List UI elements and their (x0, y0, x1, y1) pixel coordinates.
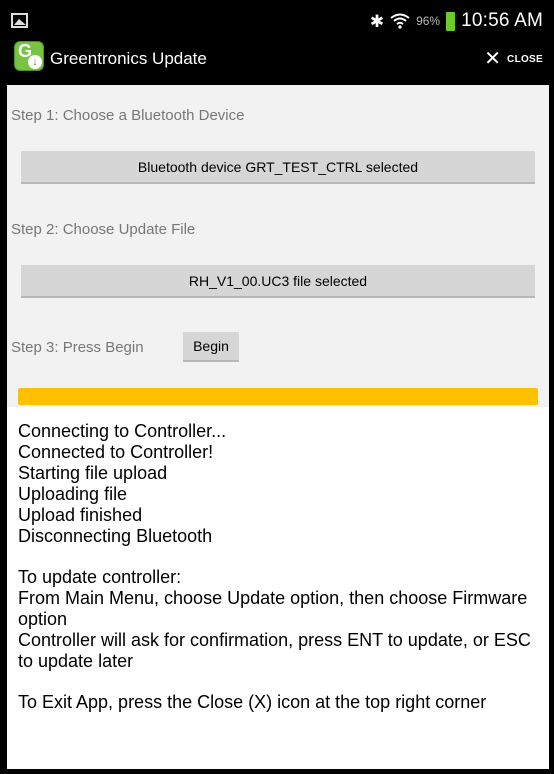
app-logo-icon: G ↓ (14, 41, 44, 71)
step3-label: Step 3: Press Begin (11, 339, 144, 356)
log-line: Connecting to Controller... (18, 421, 227, 441)
status-icons: ✱ 96% 10:56 AM (370, 7, 543, 35)
battery-icon (446, 11, 456, 31)
exit-note: To Exit App, press the Close (X) icon at… (18, 692, 487, 712)
app-screen: ✱ 96% 10:56 AM G ↓ Greentronics Update ✕… (7, 7, 549, 769)
choose-update-file-button[interactable]: RH_V1_00.UC3 file selected (21, 265, 535, 298)
photo-icon (11, 13, 28, 28)
log-line: Starting file upload (18, 463, 168, 483)
wifi-icon (390, 13, 410, 29)
progress-fill (18, 388, 538, 405)
update-instructions: To update controller: From Main Menu, cho… (18, 567, 544, 672)
download-arrow-icon: ↓ (28, 55, 42, 69)
instruction-line: From Main Menu, choose Update option, th… (18, 588, 528, 629)
close-icon: ✕ (484, 48, 502, 70)
action-bar: G ↓ Greentronics Update ✕ CLOSE (7, 35, 549, 85)
log-line: Connected to Controller! (18, 442, 214, 462)
log-line: Disconnecting Bluetooth (18, 526, 213, 546)
clock: 10:56 AM (461, 10, 543, 31)
instruction-line: Controller will ask for confirmation, pr… (18, 630, 531, 671)
log-line: Upload finished (18, 505, 143, 525)
log-lines: Connecting to Controller... Connected to … (18, 421, 544, 547)
begin-button[interactable]: Begin (183, 332, 239, 362)
choose-bluetooth-device-button[interactable]: Bluetooth device GRT_TEST_CTRL selected (21, 151, 535, 184)
instruction-line: To update controller: (18, 567, 182, 587)
close-label: CLOSE (507, 53, 543, 65)
status-log: Connecting to Controller... Connected to … (18, 421, 544, 713)
log-line: Uploading file (18, 484, 128, 504)
upload-progress-bar (18, 388, 538, 405)
step1-label: Step 1: Choose a Bluetooth Device (11, 107, 245, 124)
battery-percent: 96% (416, 14, 441, 28)
status-bar: ✱ 96% 10:56 AM (7, 7, 549, 35)
update-steps-panel: Step 1: Choose a Bluetooth Device Blueto… (7, 85, 549, 407)
bluetooth-icon: ✱ (369, 11, 385, 31)
app-title: Greentronics Update (50, 49, 207, 68)
close-button[interactable]: ✕ CLOSE (484, 49, 543, 69)
step2-label: Step 2: Choose Update File (11, 221, 196, 238)
